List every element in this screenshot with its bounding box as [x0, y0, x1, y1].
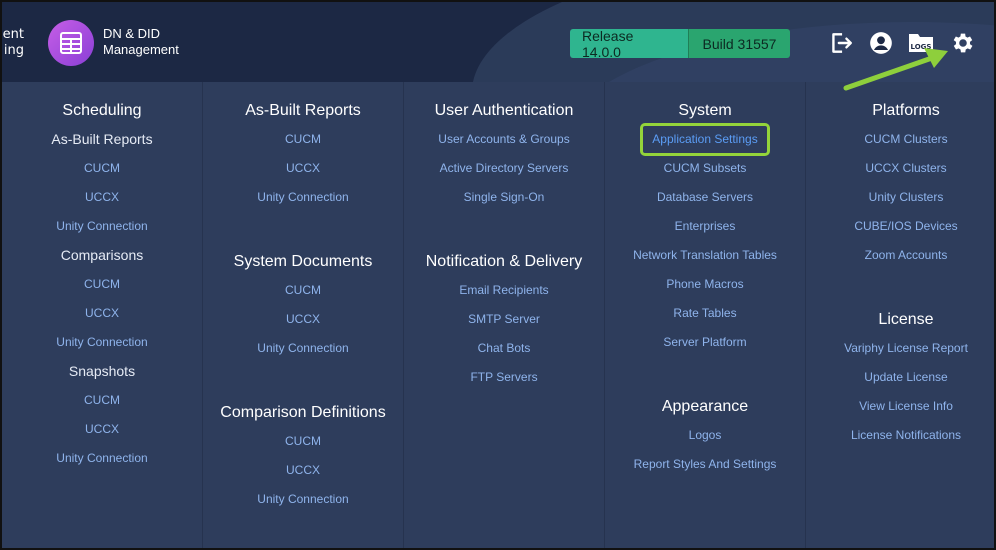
menu-section: Snapshots CUCM UCCX Unity Connection: [2, 357, 202, 473]
menu-link[interactable]: Update License: [806, 363, 994, 392]
menu-link[interactable]: Active Directory Servers: [404, 154, 604, 183]
menu-link[interactable]: Chat Bots: [404, 334, 604, 363]
menu-subsection-title: As-Built Reports: [51, 131, 153, 147]
menu-section: As-Built Reports CUCM UCCX Unity Connection: [203, 96, 403, 212]
menu-subsection-title: Snapshots: [68, 363, 136, 379]
menu-section-title: Comparison Definitions: [220, 404, 386, 421]
menu-section-title: System: [678, 102, 732, 119]
menu-link[interactable]: SMTP Server: [404, 305, 604, 334]
menu-subsection-title: Comparisons: [60, 247, 144, 263]
menu-section: License Variphy License Report Update Lice…: [806, 305, 994, 450]
build-label: Build 31557: [688, 29, 790, 58]
app-title-line1: DN & DID: [103, 26, 161, 41]
menu-section: Appearance Logos Report Styles And Setting…: [605, 392, 805, 479]
menu-link[interactable]: CUCM: [2, 386, 202, 415]
menu-column-1: Scheduling As-Built Reports CUCM UCCX Unity …: [2, 82, 203, 548]
menu-link[interactable]: Unity Connection: [2, 444, 202, 473]
menu-link[interactable]: FTP Servers: [404, 363, 604, 392]
menu-link[interactable]: Email Recipients: [404, 276, 604, 305]
menu-section-title: License: [878, 311, 934, 328]
menu-link[interactable]: UCCX: [2, 183, 202, 212]
settings-mega-menu: Scheduling As-Built Reports CUCM UCCX Unity …: [2, 82, 994, 548]
menu-section: Scheduling: [2, 96, 202, 125]
menu-link[interactable]: Unity Connection: [2, 328, 202, 357]
release-label: Release 14.0.0: [570, 29, 688, 58]
menu-link[interactable]: Zoom Accounts: [806, 241, 994, 270]
menu-section: Platforms CUCM Clusters UCCX Clusters Unity…: [806, 96, 994, 270]
menu-link[interactable]: CUCM: [203, 276, 403, 305]
app-logo-icon[interactable]: [48, 20, 94, 66]
menu-link[interactable]: CUCM: [2, 270, 202, 299]
menu-link[interactable]: Server Platform: [605, 328, 805, 357]
menu-link[interactable]: CUCM: [203, 125, 403, 154]
menu-link[interactable]: CUBE/IOS Devices: [806, 212, 994, 241]
menu-link[interactable]: User Accounts & Groups: [404, 125, 604, 154]
menu-link[interactable]: UCCX: [203, 305, 403, 334]
grid-icon: [60, 32, 82, 54]
menu-section: Notification & Delivery Email Recipients S…: [404, 247, 604, 392]
menu-link[interactable]: CUCM: [203, 427, 403, 456]
menu-column-4: System Application Settings CUCM Subsets Da…: [605, 82, 806, 548]
menu-section: User Authentication User Accounts & Group…: [404, 96, 604, 212]
menu-section: Comparison Definitions CUCM UCCX Unity Conn…: [203, 398, 403, 514]
menu-section: As-Built Reports CUCM UCCX Unity Connection: [2, 125, 202, 241]
menu-column-2: As-Built Reports CUCM UCCX Unity Connection…: [203, 82, 404, 548]
menu-link[interactable]: Enterprises: [605, 212, 805, 241]
logs-icon-text: LOGS: [911, 43, 932, 51]
menu-link[interactable]: UCCX: [203, 154, 403, 183]
truncated-app-title[interactable]: ent ing: [2, 27, 24, 59]
menu-link[interactable]: Database Servers: [605, 183, 805, 212]
truncated-app-title-line1: ent: [2, 27, 24, 42]
menu-link[interactable]: Phone Macros: [605, 270, 805, 299]
menu-link[interactable]: UCCX Clusters: [806, 154, 994, 183]
menu-section-title: Notification & Delivery: [425, 253, 583, 270]
menu-column-5: Platforms CUCM Clusters UCCX Clusters Unity…: [806, 82, 994, 548]
app-title[interactable]: DN & DID Management: [103, 26, 179, 58]
menu-section-title: System Documents: [233, 253, 373, 270]
menu-section-title: Appearance: [661, 398, 749, 415]
logs-folder-icon[interactable]: LOGS: [907, 29, 935, 55]
menu-link[interactable]: Unity Connection: [203, 334, 403, 363]
menu-section-title: Platforms: [872, 102, 940, 119]
gear-icon[interactable]: [950, 30, 976, 56]
menu-link[interactable]: Rate Tables: [605, 299, 805, 328]
menu-link[interactable]: Unity Connection: [203, 485, 403, 514]
menu-section-title: Scheduling: [62, 102, 142, 119]
app-window: ent ing DN & DID Management Release 14.0…: [0, 0, 996, 550]
app-title-line2: Management: [103, 42, 179, 57]
menu-link[interactable]: Unity Connection: [203, 183, 403, 212]
menu-link[interactable]: UCCX: [2, 415, 202, 444]
menu-section-title: User Authentication: [434, 102, 574, 119]
menu-section: Comparisons CUCM UCCX Unity Connection: [2, 241, 202, 357]
menu-link[interactable]: Variphy License Report: [806, 334, 994, 363]
menu-section-title: As-Built Reports: [245, 102, 361, 119]
menu-section: System Application Settings CUCM Subsets Da…: [605, 96, 805, 357]
menu-link[interactable]: View License Info: [806, 392, 994, 421]
menu-column-3: User Authentication User Accounts & Group…: [404, 82, 605, 548]
menu-section: System Documents CUCM UCCX Unity Connection: [203, 247, 403, 363]
menu-link[interactable]: Application Settings: [640, 123, 770, 156]
menu-link[interactable]: CUCM Subsets: [605, 154, 805, 183]
version-badge: Release 14.0.0 Build 31557: [570, 29, 790, 58]
menu-link[interactable]: Network Translation Tables: [605, 241, 805, 270]
menu-link[interactable]: UCCX: [2, 299, 202, 328]
top-header: ent ing DN & DID Management Release 14.0…: [2, 2, 994, 82]
user-circle-icon[interactable]: [868, 30, 894, 56]
menu-link[interactable]: CUCM Clusters: [806, 125, 994, 154]
menu-link[interactable]: Unity Clusters: [806, 183, 994, 212]
menu-link[interactable]: Single Sign-On: [404, 183, 604, 212]
menu-link[interactable]: Report Styles And Settings: [605, 450, 805, 479]
truncated-app-title-line2: ing: [3, 43, 24, 58]
menu-link[interactable]: Logos: [605, 421, 805, 450]
logout-icon[interactable]: [828, 30, 854, 56]
menu-link[interactable]: CUCM: [2, 154, 202, 183]
menu-link[interactable]: License Notifications: [806, 421, 994, 450]
menu-link[interactable]: UCCX: [203, 456, 403, 485]
menu-link[interactable]: Unity Connection: [2, 212, 202, 241]
